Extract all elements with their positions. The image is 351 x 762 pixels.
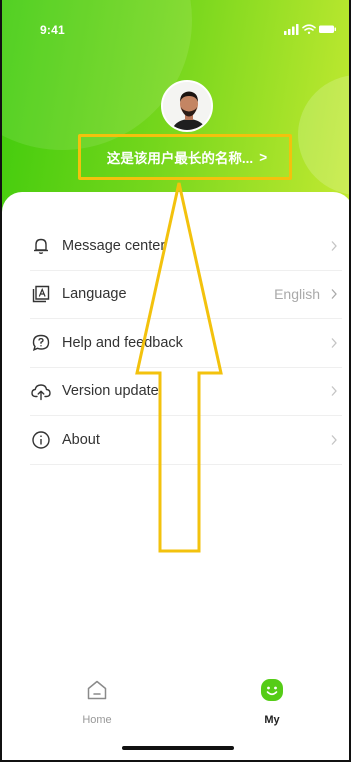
- home-indicator: [122, 746, 234, 750]
- chevron-right-icon: [331, 337, 337, 348]
- settings-menu: Message center Language English Help and…: [30, 222, 342, 465]
- menu-label: Help and feedback: [62, 334, 183, 351]
- tab-label: My: [264, 714, 280, 726]
- chevron-right-icon: [331, 386, 337, 397]
- menu-label: About: [62, 431, 100, 448]
- language-value: English: [274, 286, 320, 303]
- tab-my[interactable]: My: [232, 672, 312, 736]
- home-icon: [87, 680, 107, 700]
- wifi-icon: [302, 24, 316, 34]
- menu-item-language[interactable]: Language English: [30, 271, 342, 319]
- phone-screen: 9:41 这是该用户最长的名称... > Message center Lang…: [0, 0, 351, 762]
- cloud-upload-icon: [30, 380, 52, 402]
- bottom-tab-bar: Home My: [2, 672, 349, 742]
- battery-icon: [319, 25, 336, 33]
- status-bar-time: 9:41: [40, 23, 65, 37]
- decorative-circle: [2, 0, 192, 150]
- menu-item-help-feedback[interactable]: Help and feedback: [30, 319, 342, 368]
- menu-item-about[interactable]: About: [30, 416, 342, 465]
- status-icons: [284, 24, 336, 35]
- avatar[interactable]: [161, 80, 213, 132]
- signal-icon: [284, 24, 299, 35]
- translate-icon: [30, 283, 52, 305]
- bell-icon: [30, 235, 52, 257]
- chevron-right-icon: [331, 434, 337, 445]
- menu-label: Language: [62, 286, 127, 303]
- menu-label: Message center: [62, 237, 166, 254]
- chevron-right-icon: [331, 240, 337, 251]
- chevron-right-icon: [331, 289, 337, 300]
- menu-label: Version update: [62, 383, 159, 400]
- avatar-photo: [163, 82, 211, 130]
- tab-label: Home: [82, 714, 112, 726]
- info-icon: [30, 429, 52, 451]
- decorative-circle: [298, 75, 349, 195]
- annotation-highlight-box: [78, 134, 292, 180]
- help-icon: [30, 332, 52, 354]
- tab-home[interactable]: Home: [57, 672, 137, 736]
- smiley-icon: [261, 679, 283, 701]
- menu-item-message-center[interactable]: Message center: [30, 222, 342, 271]
- menu-item-version-update[interactable]: Version update: [30, 368, 342, 416]
